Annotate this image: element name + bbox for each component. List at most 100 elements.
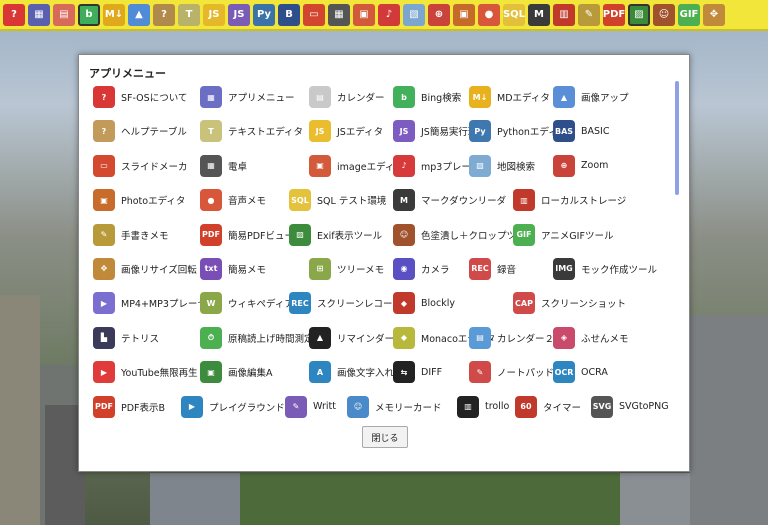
image-up-icon[interactable]: ▲ [128,3,150,26]
help-table-icon[interactable]: ? [153,3,175,26]
exif-icon[interactable]: ▨ [628,3,650,26]
monaco-icon: ◆ [393,326,415,349]
slide-icon[interactable]: ▭ [303,3,325,26]
app-item-text-editor[interactable]: T テキストエディタ [200,119,303,143]
app-item-image-edit-a[interactable]: ▣ 画像編集A [200,360,273,384]
app-item-camera[interactable]: ◉ カメラ [393,257,450,281]
app-item-calculator[interactable]: ▦ 電卓 [200,154,247,178]
app-item-label: DIFF [421,366,443,378]
app-item-trollo[interactable]: ▥ trollo [457,395,509,419]
app-item-label: 地図検索 [497,161,536,173]
color-crop-icon[interactable]: ☺ [653,3,675,26]
map-icon[interactable]: ▧ [403,3,425,26]
handwriting-icon[interactable]: ✎ [578,3,600,26]
app-item-tetris[interactable]: ▙ テトリス [93,326,159,350]
app-item-reading-time[interactable]: ⏱ 原稿読上げ時間測定 [200,326,314,350]
app-item-map[interactable]: ▧ 地図検索 [469,154,535,178]
app-item-image-editor[interactable]: ▣ imageエディタ [309,154,404,178]
pdf-icon[interactable]: PDF [603,3,625,26]
app-item-bing[interactable]: b Bing検索 [393,85,461,109]
zoom-icon[interactable]: ⊕ [428,3,450,26]
app-item-voice-memo[interactable]: ● 音声メモ [200,188,266,212]
app-item-exif[interactable]: ▨ Exif表示ツール [289,223,382,247]
app-item-music[interactable]: ♪ mp3プレーヤ [393,154,480,178]
app-item-slide[interactable]: ▭ スライドメーカ [93,154,188,178]
app-item-wikipedia[interactable]: W ウィキペディア [200,291,294,315]
calculator-icon[interactable]: ▦ [328,3,350,26]
app-item-help-table[interactable]: ? ヘルプテーブル [93,119,187,143]
sql-icon[interactable]: SQL [503,3,525,26]
md-editor-icon[interactable]: M↓ [103,3,125,26]
app-item-mock[interactable]: IMG モック作成ツール [553,257,657,281]
js-runner-icon[interactable]: JS [228,3,250,26]
app-item-handwriting[interactable]: ✎ 手書きメモ [93,223,169,247]
app-item-writt[interactable]: ✎ Writt [285,395,336,419]
app-item-timer[interactable]: 60 タイマー [515,395,581,419]
app-item-blockly[interactable]: ◆ Blockly [393,291,455,315]
app-item-gif[interactable]: GIF アニメGIFツール [513,223,613,247]
app-item-memo[interactable]: txt 簡易メモ [200,257,266,281]
image-editor-icon: ▣ [309,154,331,177]
app-item-pdf[interactable]: PDF 簡易PDFビューワ [200,223,304,247]
app-item-playground[interactable]: ▶ プレイグラウンド [181,395,285,419]
gif-icon[interactable]: GIF [678,3,700,26]
app-item-image-text[interactable]: A 画像文字入れ [309,360,394,384]
app-item-photo-editor[interactable]: ▣ Photoエディタ [93,188,185,212]
app-item-tree-memo[interactable]: ⊞ ツリーメモ [309,257,384,281]
app-item-calendar[interactable]: ▤ カレンダー [309,85,385,109]
app-item-screenshot[interactable]: CAP スクリーンショット [513,291,626,315]
app-item-calendar2[interactable]: ▤ カレンダー２ [469,326,554,350]
app-item-label: MDエディタ [497,93,550,104]
app-item-resize[interactable]: ✥ 画像リサイズ回転 [93,257,197,281]
app-item-sticky-note[interactable]: ◈ ふせんメモ [553,326,629,350]
app-item-md-editor[interactable]: M↓ MDエディタ [469,85,550,109]
app-item-markdown-reader[interactable]: M マークダウンリーダ [393,188,506,212]
local-storage-icon: ▥ [513,189,535,212]
python-icon: Py [469,120,491,143]
background-trees [240,473,620,525]
app-item-svg-png[interactable]: SVG SVGtoPNG [591,395,669,419]
help-icon[interactable]: ? [3,3,25,26]
app-item-basic[interactable]: BAS BASIC [553,119,609,143]
app-item-ocr[interactable]: OCR OCRA [553,360,608,384]
close-button[interactable]: 閉じる [362,426,408,448]
text-editor-icon[interactable]: T [178,3,200,26]
python-icon[interactable]: Py [253,3,275,26]
music-icon: ♪ [393,154,415,177]
app-item-help[interactable]: ? SF-OSについて [93,85,187,109]
app-item-pdf-viewer[interactable]: PDF PDF表示B [93,395,165,419]
app-item-label: 電卓 [228,161,248,173]
app-item-youtube[interactable]: ▶ YouTube無限再生 [93,360,198,384]
app-row: ✎ 手書きメモ PDF 簡易PDFビューワ ▨ Exif表示ツール ☺ 色塗潰し＋クロップツー… [93,219,677,253]
music-icon[interactable]: ♪ [378,3,400,26]
app-item-label: 画像リサイズ回転 [121,264,197,276]
dialog-title: アプリメニュー [89,67,166,80]
app-item-image-up[interactable]: ▲ 画像アップ [553,85,629,109]
app-item-app-menu[interactable]: ▦ アプリメニュー [200,85,295,109]
app-item-zoom[interactable]: ⊕ Zoom [553,154,608,178]
app-item-sql[interactable]: SQL SQL テスト環境 [289,188,386,212]
app-item-mp4[interactable]: ▶ MP4+MP3プレーヤー [93,291,216,315]
app-item-local-storage[interactable]: ▥ ローカルストレージ [513,188,626,212]
bing-icon[interactable]: b [78,3,100,26]
app-item-memory-card[interactable]: ☺ メモリーカード [347,395,442,419]
calendar-icon[interactable]: ▤ [53,3,75,26]
local-storage-icon[interactable]: ▥ [553,3,575,26]
app-item-bell[interactable]: ▲ リマインダー [309,326,394,350]
app-item-label: ローカルストレージ [541,196,627,208]
photo-editor-icon[interactable]: ▣ [453,3,475,26]
memory-card-icon: ☺ [347,395,369,418]
voice-memo-icon[interactable]: ● [478,3,500,26]
app-item-label: 音声メモ [228,196,267,208]
app-menu-icon[interactable]: ▦ [28,3,50,26]
basic-icon[interactable]: B [278,3,300,26]
js-editor-icon[interactable]: JS [203,3,225,26]
app-item-js-editor[interactable]: JS JSエディタ [309,119,383,143]
markdown-reader-icon[interactable]: M [528,3,550,26]
app-item-notepad[interactable]: ✎ ノートパッド [469,360,554,384]
app-item-diff[interactable]: ⇆ DIFF [393,360,442,384]
app-item-label: アプリメニュー [228,93,295,104]
image-editor-icon[interactable]: ▣ [353,3,375,26]
app-item-record[interactable]: REC 録音 [469,257,516,281]
resize-icon[interactable]: ✥ [703,3,725,26]
